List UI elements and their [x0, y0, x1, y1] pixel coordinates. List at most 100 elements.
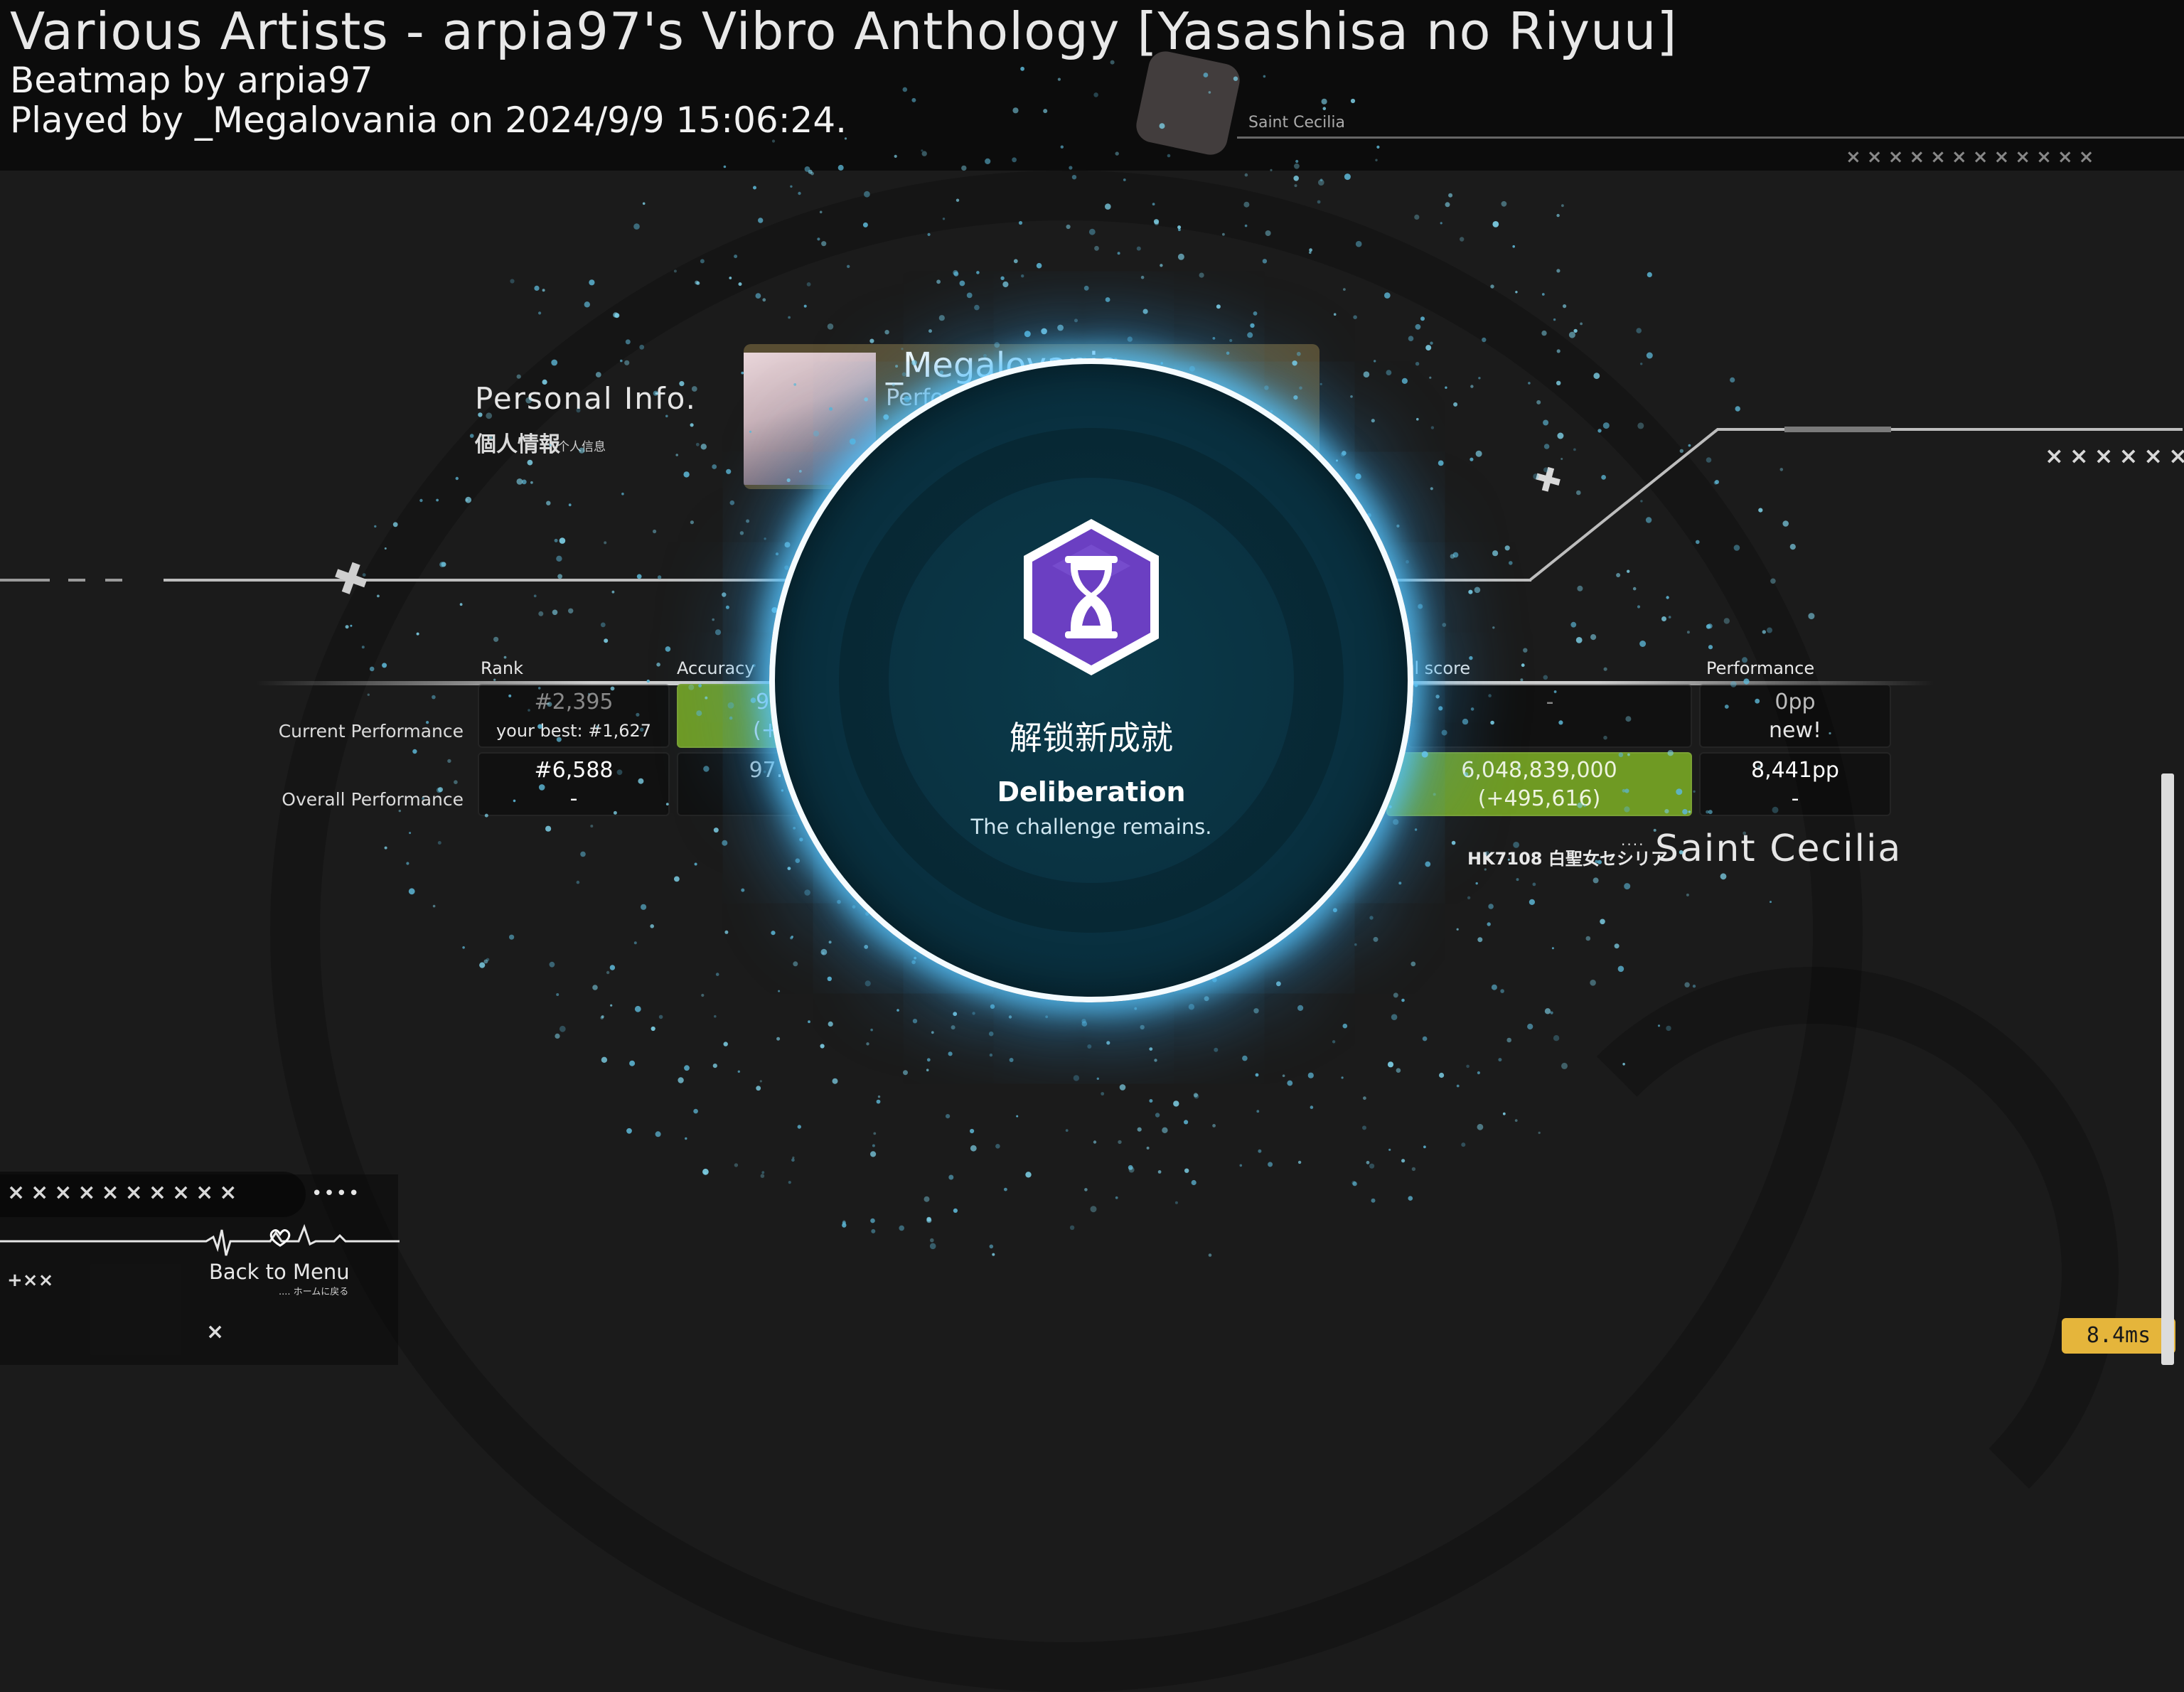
particle — [674, 876, 680, 882]
particle — [1214, 1047, 1219, 1052]
particle — [864, 397, 868, 402]
particle — [1229, 338, 1233, 343]
particle — [793, 383, 797, 386]
back-to-menu-button[interactable]: Back to Menu — [209, 1260, 350, 1284]
particle — [576, 880, 580, 884]
particle — [821, 241, 827, 247]
particle — [953, 271, 959, 277]
particle — [1384, 292, 1391, 299]
particle — [1686, 631, 1690, 634]
particle — [650, 924, 654, 928]
particle — [350, 624, 353, 627]
particle — [595, 372, 601, 378]
particle — [1270, 168, 1273, 171]
particle — [651, 1026, 655, 1032]
particle — [579, 447, 585, 454]
particle — [1757, 765, 1760, 769]
particle — [1684, 982, 1690, 987]
particle — [771, 139, 776, 143]
particle — [1575, 637, 1583, 643]
particle — [1770, 901, 1772, 904]
particle — [903, 1070, 908, 1076]
particle — [691, 386, 697, 392]
particle — [1320, 178, 1323, 182]
particle — [1069, 166, 1073, 170]
particle — [992, 1253, 995, 1256]
particle — [1435, 695, 1440, 699]
particle — [642, 202, 646, 205]
particle — [653, 390, 658, 396]
particle — [1553, 690, 1557, 693]
particle — [1636, 328, 1642, 333]
particle — [1369, 1163, 1375, 1169]
particle — [842, 1223, 847, 1228]
particle — [1543, 675, 1548, 680]
particle — [580, 851, 586, 857]
particle — [722, 840, 728, 846]
particle — [1012, 107, 1019, 114]
particle — [547, 702, 552, 707]
particle — [1706, 457, 1712, 463]
particle — [1666, 1025, 1671, 1032]
particle — [1488, 904, 1494, 909]
particle — [700, 444, 707, 450]
particle — [829, 407, 833, 411]
particle — [1627, 569, 1630, 573]
particle — [493, 678, 496, 681]
particle — [1767, 627, 1772, 633]
particle — [688, 684, 695, 690]
particle — [904, 395, 911, 402]
particle — [1592, 877, 1599, 884]
particle — [1523, 648, 1528, 653]
particle — [976, 271, 980, 274]
particle — [1363, 1096, 1366, 1101]
particle — [924, 1196, 930, 1202]
particle — [1177, 225, 1182, 230]
particle — [694, 862, 697, 866]
particle — [1551, 947, 1554, 950]
particle — [771, 931, 776, 936]
particle — [639, 727, 644, 732]
particle — [528, 709, 530, 712]
particle — [813, 430, 820, 437]
particle — [1374, 360, 1376, 363]
particle — [675, 454, 678, 456]
particle — [892, 383, 895, 387]
particle — [704, 1172, 707, 1174]
particle — [1743, 831, 1747, 835]
particle — [546, 500, 551, 505]
particle — [1041, 328, 1047, 335]
particle — [1105, 203, 1111, 210]
particle — [927, 232, 931, 236]
particle — [714, 1014, 717, 1018]
particle — [1115, 1196, 1118, 1199]
particle — [1556, 349, 1561, 353]
particle — [791, 1158, 795, 1162]
particle — [911, 960, 916, 965]
particle — [753, 186, 756, 190]
particle — [1065, 1129, 1069, 1132]
particle — [727, 702, 734, 709]
particle — [1276, 981, 1281, 987]
particle — [788, 316, 791, 319]
particle — [703, 766, 710, 772]
particle — [1453, 402, 1458, 407]
particle — [1440, 222, 1442, 225]
particle — [636, 574, 642, 579]
particle — [556, 993, 560, 996]
particle — [724, 930, 729, 934]
particle — [760, 1174, 765, 1178]
particle — [948, 1174, 954, 1180]
particle — [1730, 681, 1737, 687]
particle — [1157, 1170, 1162, 1174]
particle — [1415, 323, 1421, 330]
particle — [345, 625, 349, 629]
particle — [756, 1086, 761, 1091]
particle — [1561, 1062, 1568, 1069]
particle — [639, 344, 645, 350]
achievement-popup[interactable] — [769, 358, 1413, 1002]
scrollbar[interactable] — [2161, 773, 2174, 1365]
particle — [1624, 883, 1631, 890]
particle — [1069, 1225, 1075, 1231]
particle — [503, 655, 507, 659]
